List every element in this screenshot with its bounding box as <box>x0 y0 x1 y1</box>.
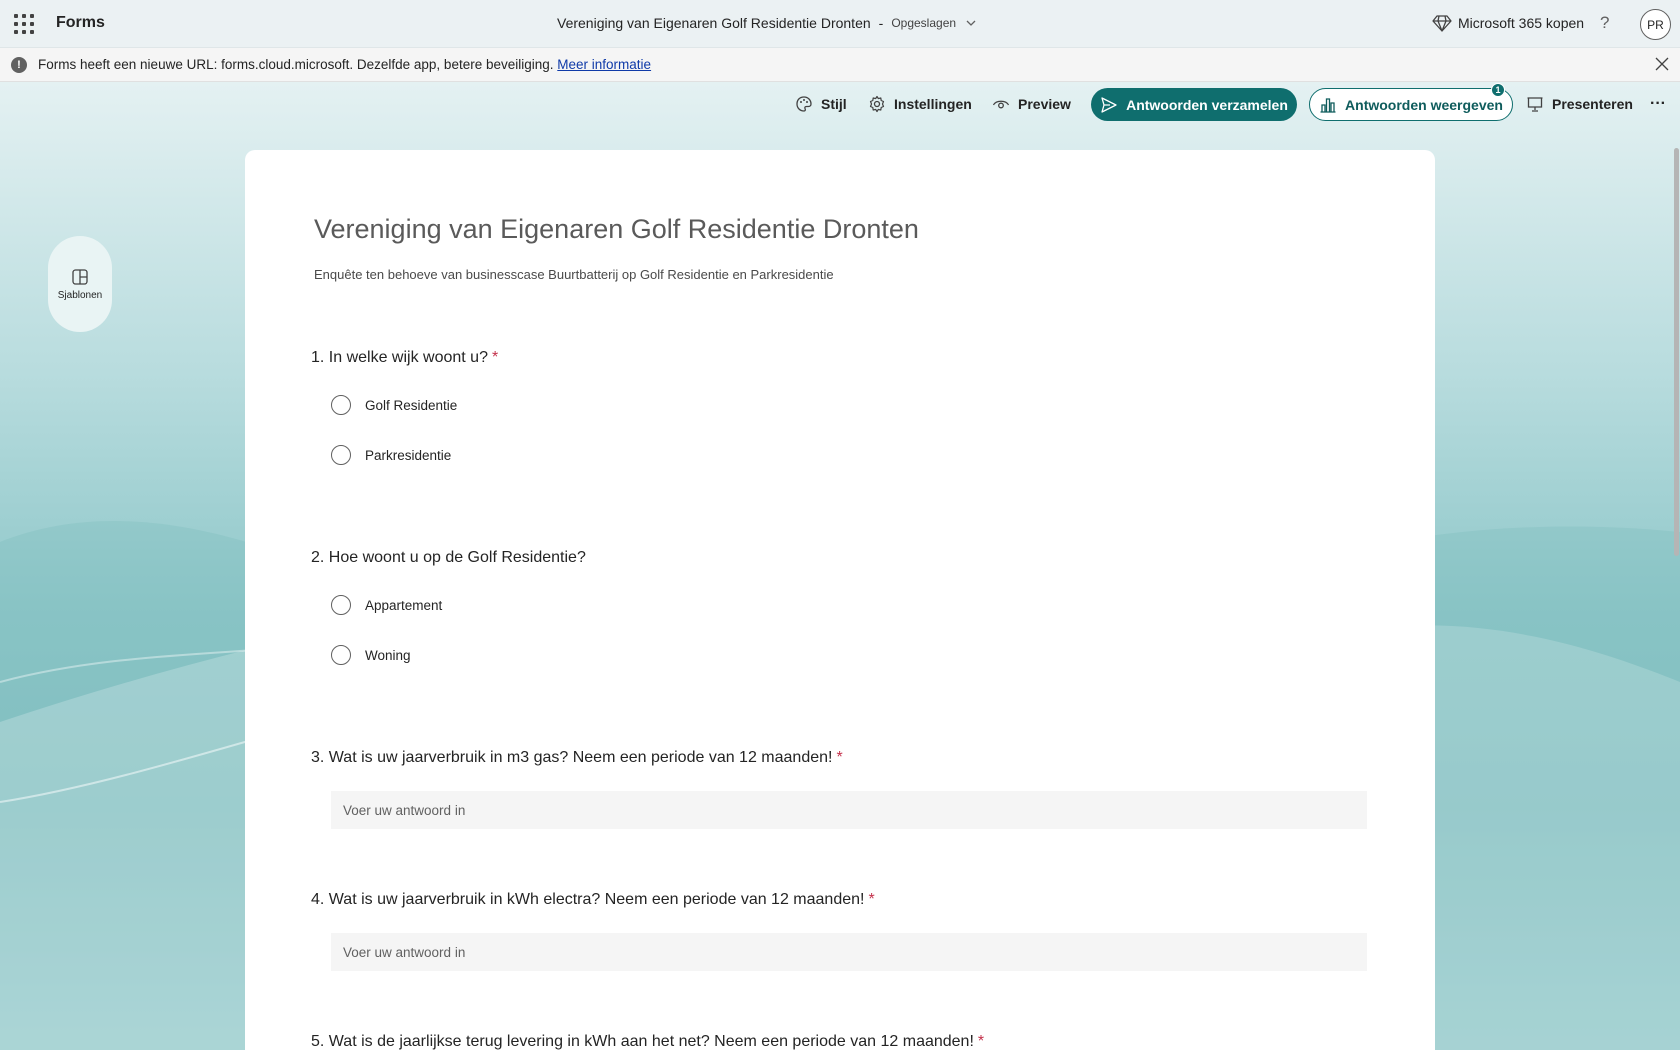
required-marker: * <box>491 349 499 366</box>
style-button[interactable]: Stijl <box>795 91 847 117</box>
option-parkresidentie[interactable]: Parkresidentie <box>331 445 451 465</box>
option-woning[interactable]: Woning <box>331 645 411 665</box>
answer-input-gas[interactable] <box>331 791 1367 829</box>
collect-responses-button[interactable]: Antwoorden verzamelen <box>1091 88 1297 121</box>
form-subtitle[interactable]: Enquête ten behoeve van businesscase Buu… <box>314 267 834 282</box>
present-label: Presenteren <box>1552 96 1633 112</box>
preview-label: Preview <box>1018 96 1071 112</box>
responses-count-badge: 1 <box>1491 83 1505 97</box>
chevron-down-icon[interactable] <box>964 16 978 30</box>
help-icon[interactable]: ? <box>1600 13 1609 33</box>
option-appartement[interactable]: Appartement <box>331 595 442 615</box>
option-label: Golf Residentie <box>365 397 458 413</box>
question-text: 4. Wat is uw jaarverbruik in kWh electra… <box>311 891 865 908</box>
palette-icon <box>796 96 812 112</box>
avatar[interactable]: PR <box>1640 9 1671 40</box>
notification-bar: ! Forms heeft een nieuwe URL: forms.clou… <box>0 48 1680 82</box>
app-launcher-icon[interactable] <box>14 14 34 34</box>
eye-icon <box>992 100 1010 109</box>
required-marker: * <box>977 1033 985 1050</box>
save-status: Opgeslagen <box>891 16 957 30</box>
collect-responses-label: Antwoorden verzamelen <box>1126 96 1288 113</box>
app-name[interactable]: Forms <box>56 14 105 32</box>
option-label: Parkresidentie <box>365 447 452 463</box>
form-title[interactable]: Vereniging van Eigenaren Golf Residentie… <box>314 214 919 245</box>
presentation-icon <box>1527 97 1543 112</box>
close-icon[interactable] <box>1652 54 1672 74</box>
buy-label: Microsoft 365 kopen <box>1458 15 1585 31</box>
command-bar: Stijl Instellingen Preview Antwoorden ve… <box>0 82 1680 126</box>
style-label: Stijl <box>821 96 847 112</box>
radio-button[interactable] <box>331 645 351 665</box>
radio-button[interactable] <box>331 395 351 415</box>
answer-input-electricity[interactable] <box>331 933 1367 971</box>
diamond-icon <box>1432 15 1452 32</box>
view-responses-button[interactable]: Antwoorden weergeven <box>1309 88 1513 121</box>
option-golf-residentie[interactable]: Golf Residentie <box>331 395 457 415</box>
preview-button[interactable]: Preview <box>992 91 1071 117</box>
question-4-title[interactable]: 4. Wat is uw jaarverbruik in kWh electra… <box>311 891 875 909</box>
notification-message: Forms heeft een nieuwe URL: forms.cloud.… <box>38 57 651 72</box>
gear-icon <box>869 95 885 113</box>
form-card: Vereniging van Eigenaren Golf Residentie… <box>245 150 1435 1050</box>
question-text: 5. Wat is de jaarlijkse terug levering i… <box>311 1033 974 1050</box>
question-5-title[interactable]: 5. Wat is de jaarlijkse terug levering i… <box>311 1033 984 1050</box>
question-text: 1. In welke wijk woont u? <box>311 349 488 366</box>
buy-microsoft-365-button[interactable]: Microsoft 365 kopen <box>1432 13 1584 33</box>
required-marker: * <box>836 749 843 766</box>
title-separator: - <box>878 15 884 31</box>
templates-label: Sjablonen <box>57 289 103 301</box>
bar-chart-icon <box>1320 97 1336 113</box>
templates-button[interactable]: Sjablonen <box>48 236 112 332</box>
required-marker: * <box>868 891 875 908</box>
question-1-title[interactable]: 1. In welke wijk woont u? * <box>311 349 498 367</box>
present-button[interactable]: Presenteren <box>1526 91 1633 117</box>
question-text: 3. Wat is uw jaarverbruik in m3 gas? Nee… <box>311 749 833 766</box>
settings-button[interactable]: Instellingen <box>868 91 972 117</box>
option-label: Appartement <box>365 597 443 613</box>
send-icon <box>1101 96 1117 113</box>
question-text: 2. Hoe woont u op de Golf Residentie? <box>311 549 586 566</box>
document-title: Vereniging van Eigenaren Golf Residentie… <box>557 15 871 31</box>
app-bar: Forms Vereniging van Eigenaren Golf Resi… <box>0 0 1680 48</box>
info-icon: ! <box>11 57 27 73</box>
radio-button[interactable] <box>331 445 351 465</box>
scrollbar-thumb[interactable] <box>1674 148 1679 556</box>
question-2-title[interactable]: 2. Hoe woont u op de Golf Residentie? <box>311 549 586 567</box>
document-title-area[interactable]: Vereniging van Eigenaren Golf Residentie… <box>557 15 978 31</box>
templates-icon <box>72 268 88 285</box>
notification-text: Forms heeft een nieuwe URL: forms.cloud.… <box>38 57 554 72</box>
option-label: Woning <box>365 647 411 663</box>
view-responses-label: Antwoorden weergeven <box>1345 96 1503 113</box>
question-3-title[interactable]: 3. Wat is uw jaarverbruik in m3 gas? Nee… <box>311 749 843 767</box>
more-options-button[interactable]: ··· <box>1650 91 1666 117</box>
settings-label: Instellingen <box>894 96 972 112</box>
radio-button[interactable] <box>331 595 351 615</box>
learn-more-link[interactable]: Meer informatie <box>557 57 651 72</box>
